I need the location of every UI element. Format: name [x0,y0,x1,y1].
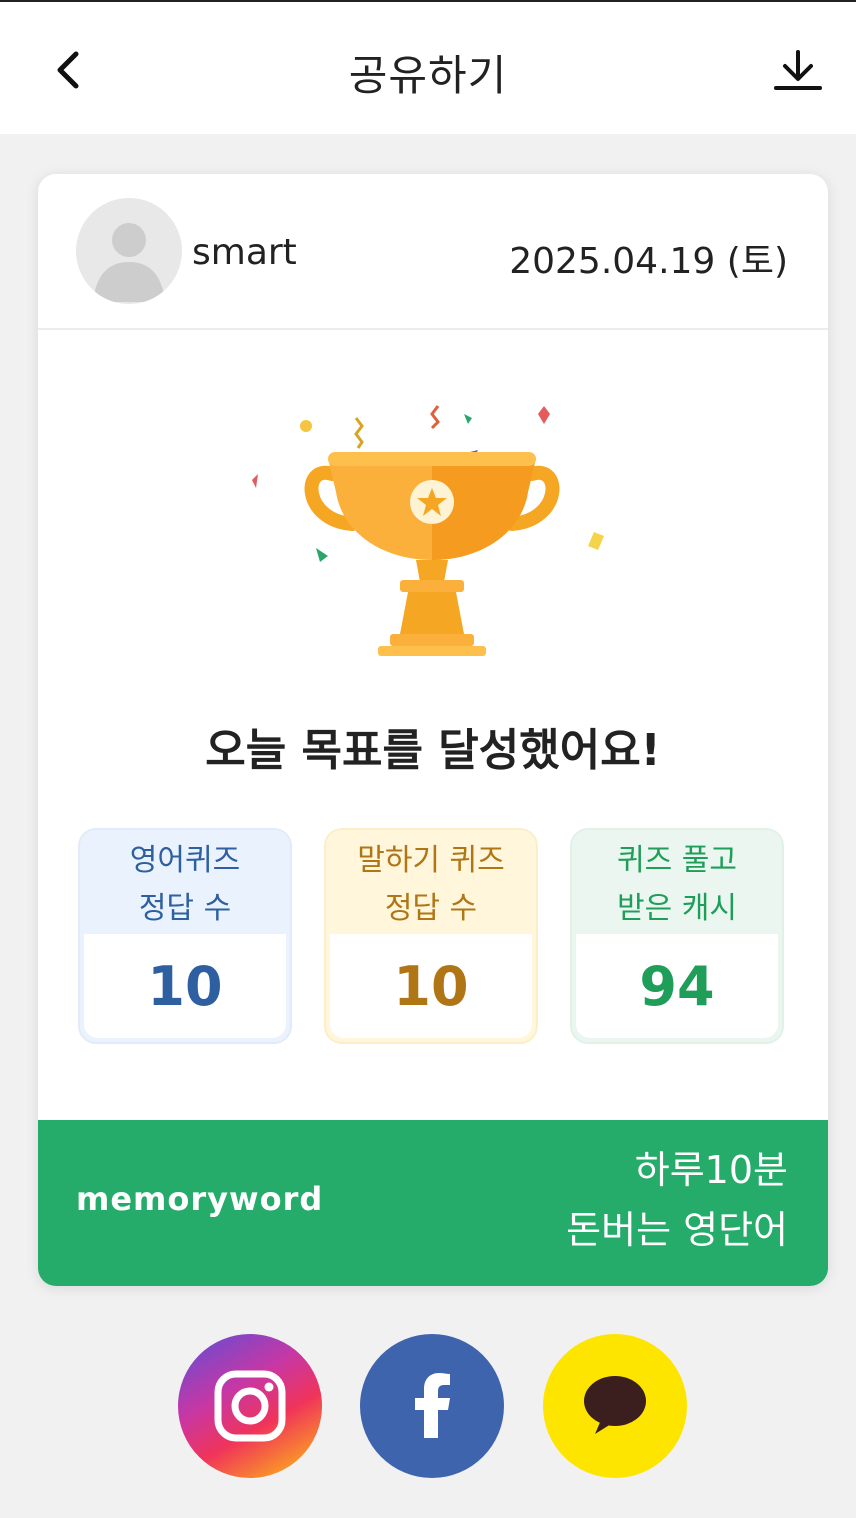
instagram-share-button[interactable] [178,1334,322,1478]
brand-banner: memoryword 하루10분 돈버는 영단어 [38,1120,828,1286]
stat-label: 퀴즈 풀고 받은 캐시 [617,843,737,926]
stat-value: 94 [576,934,778,1038]
user-avatar-icon [76,198,182,304]
stat-value: 10 [84,934,286,1038]
slogan: 하루10분 돈버는 영단어 [566,1140,788,1260]
username: smart [192,232,297,273]
facebook-icon [415,1373,450,1438]
stat-card-english-quiz: 영어퀴즈 정답 수 10 [78,828,292,1044]
stat-label: 말하기 퀴즈 정답 수 [357,843,505,926]
top-bar: 공유하기 [0,0,856,134]
stat-value: 10 [330,934,532,1038]
facebook-share-button[interactable] [360,1334,504,1478]
slogan-line-1: 하루10분 [634,1148,788,1192]
achievement-headline: 오늘 목표를 달성했어요! [205,725,661,776]
download-icon[interactable] [770,46,826,102]
kakaotalk-share-button[interactable] [543,1334,687,1478]
share-card: smart 2025.04.19 (토) 오늘 목표를 달성했어요! 영어퀴즈 … [38,174,828,1286]
stat-label: 영어퀴즈 정답 수 [129,843,241,926]
profile-row: smart 2025.04.19 (토) [38,174,828,330]
trophy-icon [252,405,604,656]
kakaotalk-icon [584,1376,646,1434]
brand-logo: memoryword [76,1180,324,1218]
stat-card-cash-earned: 퀴즈 풀고 받은 캐시 94 [570,828,784,1044]
instagram-icon [214,1370,286,1442]
stat-card-speaking-quiz: 말하기 퀴즈 정답 수 10 [324,828,538,1044]
page-title: 공유하기 [348,51,508,100]
date-label: 2025.04.19 (토) [509,241,788,282]
slogan-line-2: 돈버는 영단어 [566,1208,788,1252]
